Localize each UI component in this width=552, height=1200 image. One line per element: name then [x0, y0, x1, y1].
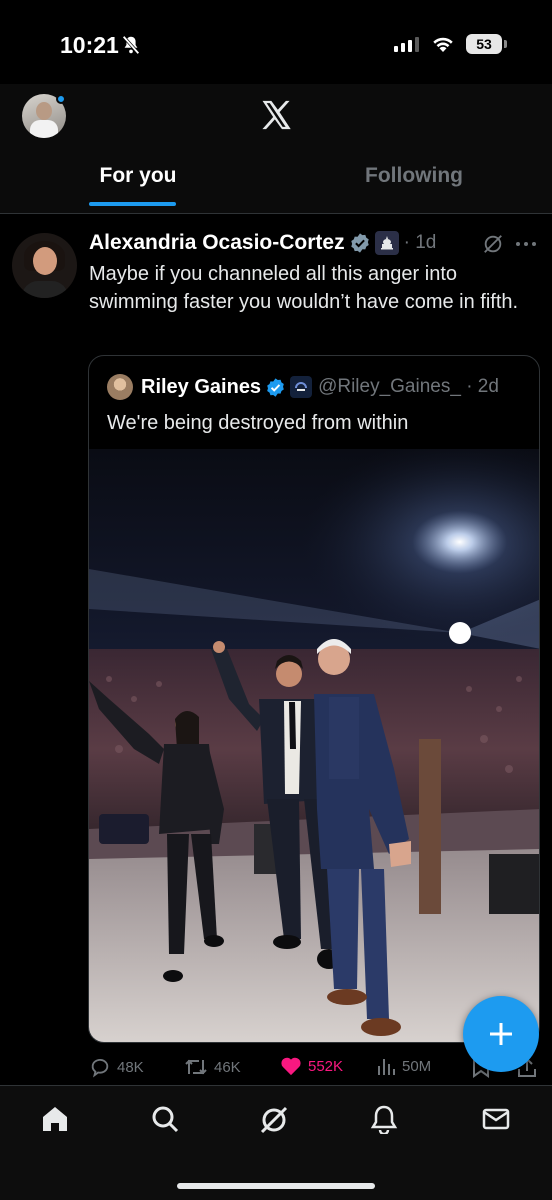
battery-nub — [504, 40, 507, 48]
like-button[interactable]: 552K — [280, 1056, 343, 1076]
quoted-post[interactable]: Riley Gaines @Riley_Gaines_ · 2d We're b… — [88, 355, 540, 1043]
post-time[interactable]: · 1d — [404, 232, 437, 254]
repost-icon — [185, 1059, 207, 1075]
top-header: For you Following — [0, 84, 552, 214]
repost-count: 46K — [214, 1058, 241, 1076]
home-indicator — [177, 1183, 375, 1189]
quoted-post-header: Riley Gaines @Riley_Gaines_ · 2d — [107, 374, 499, 400]
search-icon[interactable] — [150, 1104, 180, 1134]
more-options-icon[interactable] — [515, 241, 537, 247]
wifi-icon — [433, 37, 453, 52]
affiliate-badge-icon — [290, 376, 313, 398]
post[interactable]: Alexandria Ocasio-Cortez · 1d Maybe if y… — [0, 215, 552, 1085]
battery-indicator: 53 — [466, 34, 502, 54]
post-text: Maybe if you channeled all this anger in… — [89, 263, 519, 313]
government-badge-icon — [374, 231, 399, 255]
views-icon — [378, 1059, 395, 1075]
notifications-icon[interactable] — [369, 1104, 399, 1134]
quoted-post-text: We're being destroyed from within — [107, 412, 409, 434]
bottom-navigation — [0, 1085, 552, 1200]
tab-following[interactable]: Following — [276, 154, 552, 214]
views-button[interactable]: 50M — [376, 1056, 431, 1076]
reply-button[interactable]: 48K — [89, 1056, 144, 1078]
views-count: 50M — [402, 1057, 432, 1075]
grok-icon[interactable] — [482, 233, 504, 255]
verified-badge-icon — [267, 377, 284, 397]
bell-off-icon — [122, 35, 140, 55]
repost-button[interactable]: 46K — [184, 1056, 241, 1078]
quoted-author-name: Riley Gaines — [141, 375, 262, 398]
post-header: Alexandria Ocasio-Cortez · 1d — [89, 231, 436, 255]
post-actions: 48K 46K 552K 50M — [0, 1053, 552, 1083]
quoted-author-handle: @Riley_Gaines_ · 2d — [318, 376, 499, 397]
plus-icon — [490, 1023, 512, 1045]
grok-icon[interactable] — [258, 1104, 290, 1136]
quoted-post-photo[interactable] — [89, 449, 540, 1043]
author-avatar[interactable] — [12, 233, 77, 298]
cell-signal-icon — [394, 37, 419, 52]
verified-badge-icon — [350, 233, 369, 253]
compose-button[interactable] — [463, 996, 539, 1072]
reply-icon — [91, 1058, 109, 1078]
notification-dot — [56, 94, 66, 104]
home-icon[interactable] — [40, 1104, 70, 1134]
status-time: 10:21 — [60, 32, 119, 58]
feed-tabs: For you Following — [0, 154, 552, 214]
heart-icon — [281, 1057, 301, 1076]
x-logo-icon — [262, 100, 291, 130]
messages-icon[interactable] — [481, 1104, 511, 1134]
like-count: 552K — [308, 1057, 344, 1075]
reply-count: 48K — [117, 1058, 144, 1076]
active-tab-indicator — [89, 202, 176, 206]
status-bar: 10:21 53 — [0, 0, 552, 84]
quoted-author-avatar — [107, 374, 133, 400]
author-name[interactable]: Alexandria Ocasio-Cortez — [89, 231, 345, 255]
